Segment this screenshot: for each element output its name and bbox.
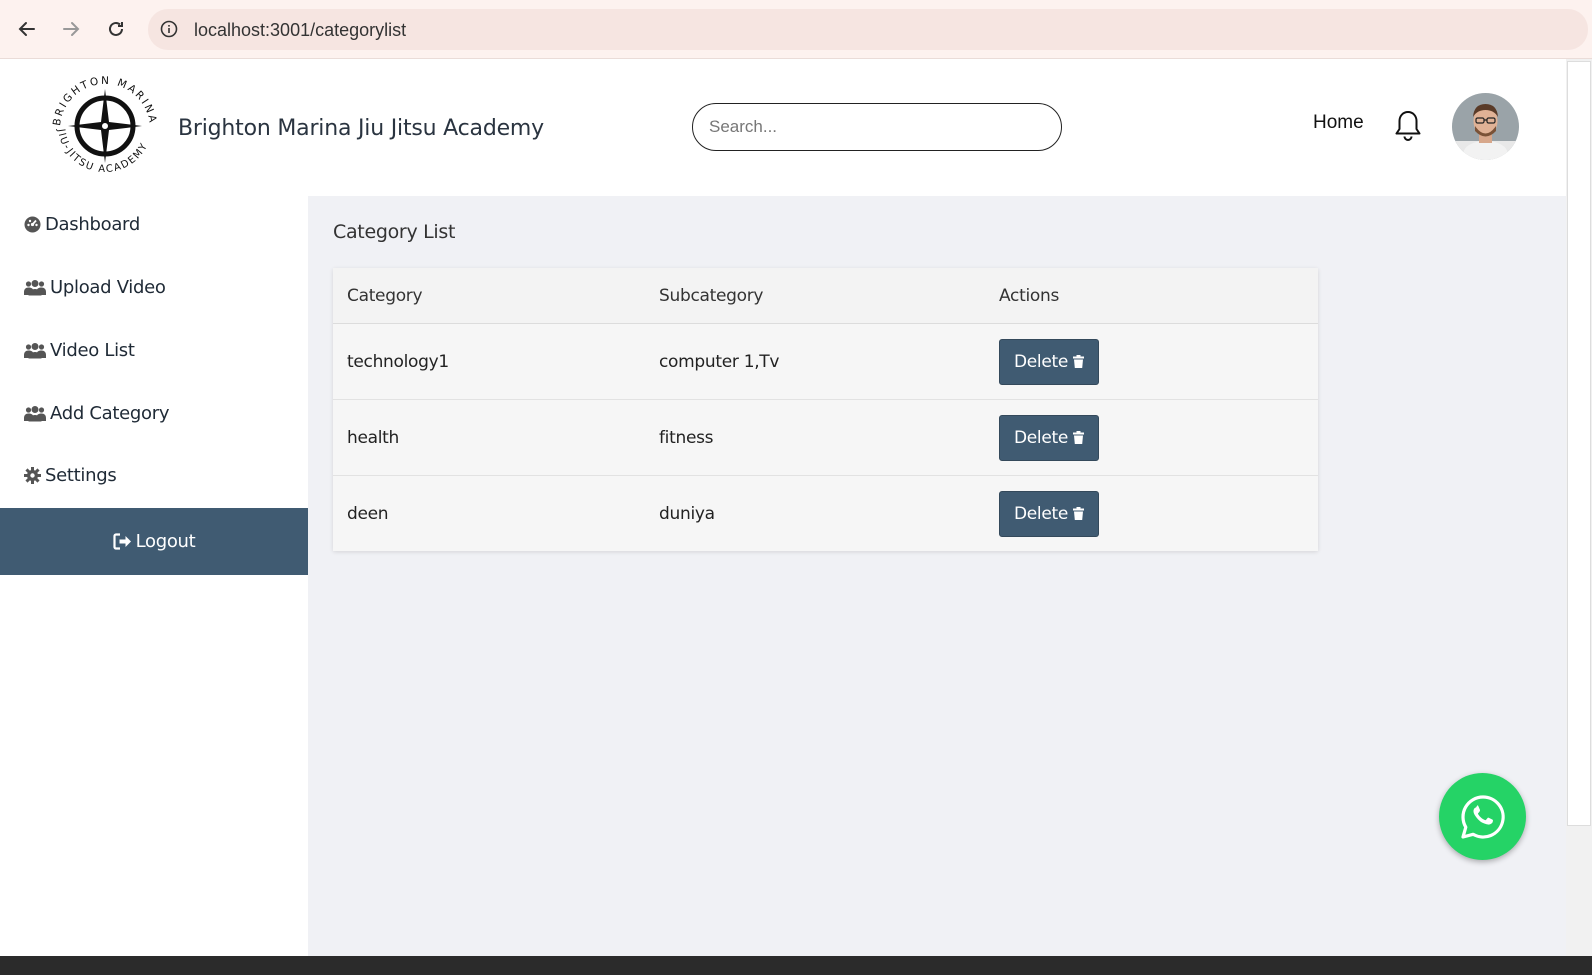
logout-label: Logout xyxy=(135,531,196,552)
gear-icon xyxy=(24,467,41,484)
back-button[interactable] xyxy=(12,14,42,44)
sidebar-item-label: Upload Video xyxy=(50,277,166,298)
home-link[interactable]: Home xyxy=(1313,112,1364,134)
brand-title: Brighton Marina Jiu Jitsu Academy xyxy=(178,116,544,141)
table-row: deen duniya Delete xyxy=(333,476,1318,551)
url-text: localhost:3001/categorylist xyxy=(194,20,407,40)
reload-button[interactable] xyxy=(101,14,131,44)
table-header: Category Subcategory Actions xyxy=(333,268,1318,324)
sidebar-item-label: Add Category xyxy=(50,403,170,424)
category-cell: health xyxy=(347,427,400,448)
subcategory-cell: fitness xyxy=(659,427,714,448)
trash-icon xyxy=(1073,355,1085,368)
delete-label: Delete xyxy=(1013,351,1069,372)
reload-icon xyxy=(109,21,123,36)
whatsapp-icon xyxy=(1460,794,1505,839)
delete-button[interactable]: Delete xyxy=(999,414,1099,461)
sidebar-item-settings[interactable]: Settings xyxy=(24,465,117,486)
bell-icon[interactable] xyxy=(1393,109,1423,143)
category-cell: deen xyxy=(347,503,389,524)
subcategory-cell: computer 1,Tv xyxy=(659,351,780,372)
browser-toolbar: localhost:3001/categorylist xyxy=(0,0,1592,59)
column-header-actions: Actions xyxy=(999,285,1059,306)
table-row: technology1 computer 1,Tv Delete xyxy=(333,324,1318,400)
category-table: Category Subcategory Actions technology1… xyxy=(333,268,1318,551)
subcategory-cell: duniya xyxy=(659,503,715,524)
table-row: health fitness Delete xyxy=(333,400,1318,476)
sidebar-item-video-list[interactable]: Video List xyxy=(24,340,135,361)
page-scrollbar[interactable] xyxy=(1566,59,1592,956)
dashboard-icon xyxy=(24,216,41,233)
users-icon xyxy=(24,280,46,296)
delete-button[interactable]: Delete xyxy=(999,490,1099,537)
sidebar-item-add-category[interactable]: Add Category xyxy=(24,403,170,424)
column-header-category: Category xyxy=(347,285,423,306)
category-cell: technology1 xyxy=(347,351,449,372)
arrow-right-icon xyxy=(63,22,80,36)
main-content: Category List Category Subcategory Actio… xyxy=(308,196,1566,956)
sign-out-icon xyxy=(112,533,131,550)
sidebar-item-label: Settings xyxy=(45,465,117,486)
delete-label: Delete xyxy=(1013,427,1069,448)
sidebar: Dashboard Upload Video Video List Add Ca… xyxy=(0,196,308,956)
search-input[interactable] xyxy=(692,103,1062,151)
address-bar[interactable]: localhost:3001/categorylist xyxy=(148,9,1588,50)
arrow-left-icon xyxy=(18,22,35,36)
taskbar-edge xyxy=(0,956,1592,975)
delete-label: Delete xyxy=(1013,503,1069,524)
sidebar-item-label: Dashboard xyxy=(45,214,140,235)
column-header-subcategory: Subcategory xyxy=(659,285,764,306)
forward-button[interactable] xyxy=(56,14,86,44)
academy-logo[interactable]: BRIGHTON MARINA JIU-JITSU ACADEMY xyxy=(46,67,164,185)
info-icon xyxy=(160,20,178,38)
trash-icon xyxy=(1073,431,1085,444)
users-icon xyxy=(24,406,46,422)
site-header: BRIGHTON MARINA JIU-JITSU ACADEMY Bright… xyxy=(0,59,1566,196)
logout-button[interactable]: Logout xyxy=(0,508,308,575)
trash-icon xyxy=(1073,507,1085,520)
sidebar-item-label: Video List xyxy=(50,340,135,361)
scrollbar-thumb[interactable] xyxy=(1567,61,1591,826)
user-avatar[interactable] xyxy=(1452,93,1519,160)
sidebar-item-dashboard[interactable]: Dashboard xyxy=(24,214,140,235)
sidebar-item-upload-video[interactable]: Upload Video xyxy=(24,277,166,298)
whatsapp-button[interactable] xyxy=(1439,773,1526,860)
page-title: Category List xyxy=(333,221,456,243)
users-icon xyxy=(24,343,46,359)
delete-button[interactable]: Delete xyxy=(999,338,1099,385)
